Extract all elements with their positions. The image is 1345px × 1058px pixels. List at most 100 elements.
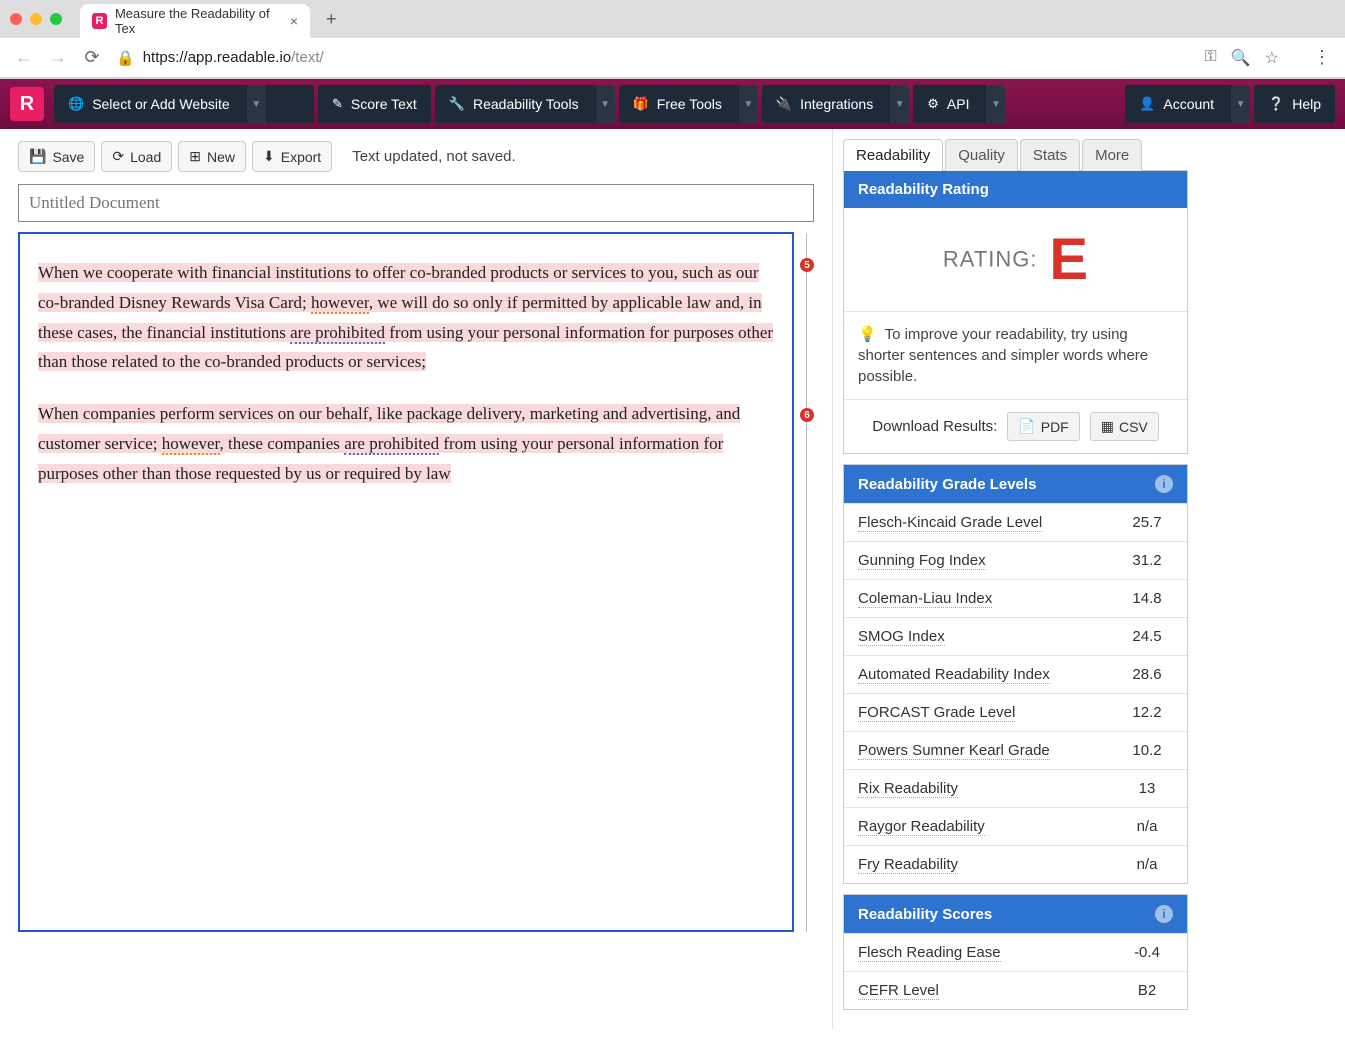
reload-icon: ⟳: [112, 148, 124, 165]
url-domain: https://app.readable.io: [143, 49, 291, 66]
table-row: SMOG Index24.5: [844, 618, 1187, 656]
plus-square-icon: ⊞: [189, 148, 201, 165]
new-button[interactable]: ⊞ New: [178, 141, 246, 172]
integrations-menu[interactable]: 🔌 Integrations ▼: [762, 85, 909, 123]
metric-value: n/a: [1107, 808, 1187, 846]
help-button[interactable]: ❔ Help: [1254, 85, 1335, 123]
browser-menu-icon[interactable]: ⋮: [1313, 47, 1331, 68]
lock-icon: 🔒: [116, 49, 135, 67]
nav-label: Score Text: [351, 96, 417, 112]
gift-icon: 🎁: [633, 96, 649, 112]
rating-letter: E: [1049, 227, 1088, 292]
paragraph: When companies perform services on our b…: [38, 399, 774, 488]
addr-right-icons: ⚿ 🔍 ☆: [1205, 48, 1279, 68]
app-logo[interactable]: R: [10, 87, 44, 121]
account-menu[interactable]: 👤 Account ▼: [1125, 85, 1250, 123]
editor-pane: 💾 Save ⟳ Load ⊞ New ⬇ Export Text update…: [0, 129, 832, 1030]
metric-value: 25.7: [1107, 504, 1187, 542]
tab-quality[interactable]: Quality: [945, 139, 1018, 171]
metric-name: Automated Readability Index: [858, 666, 1050, 684]
btn-label: Export: [281, 149, 321, 165]
forward-icon[interactable]: →: [48, 47, 68, 68]
text-editor[interactable]: When we cooperate with financial institu…: [18, 232, 794, 932]
window-controls: [10, 13, 62, 25]
nav-label: Select or Add Website: [92, 96, 229, 112]
metric-value: 14.8: [1107, 580, 1187, 618]
table-row: Flesch-Kincaid Grade Level25.7: [844, 504, 1187, 542]
table-row: Gunning Fog Index31.2: [844, 542, 1187, 580]
reload-icon[interactable]: ⟳: [82, 47, 102, 68]
nav-label: Free Tools: [657, 96, 722, 112]
download-label: Download Results:: [872, 418, 997, 435]
table-row: Coleman-Liau Index14.8: [844, 580, 1187, 618]
lightbulb-icon: 💡: [858, 326, 877, 343]
key-icon[interactable]: ⚿: [1205, 48, 1217, 68]
table-row: Rix Readability13: [844, 770, 1187, 808]
browser-tab[interactable]: R Measure the Readability of Tex ×: [80, 4, 310, 38]
chevron-down-icon: ▼: [595, 85, 615, 123]
url-field[interactable]: 🔒 https://app.readable.io/text/: [116, 49, 1191, 67]
content-area: 💾 Save ⟳ Load ⊞ New ⬇ Export Text update…: [0, 129, 1345, 1030]
nav-label: API: [947, 96, 970, 112]
metric-name: CEFR Level: [858, 982, 939, 1000]
info-icon[interactable]: i: [1155, 905, 1173, 923]
tab-bar: R Measure the Readability of Tex × +: [0, 0, 1345, 38]
back-icon[interactable]: ←: [14, 47, 34, 68]
tab-readability[interactable]: Readability: [843, 139, 943, 171]
download-row: Download Results: 📄 PDF ▦ CSV: [844, 399, 1187, 453]
free-tools-menu[interactable]: 🎁 Free Tools ▼: [619, 85, 758, 123]
btn-label: Save: [52, 149, 84, 165]
panel-title: Readability Scores: [858, 906, 992, 923]
star-icon[interactable]: ☆: [1265, 48, 1279, 68]
save-status: Text updated, not saved.: [352, 148, 515, 165]
api-menu[interactable]: ⚙ API ▼: [913, 85, 1005, 123]
editor-toolbar: 💾 Save ⟳ Load ⊞ New ⬇ Export Text update…: [18, 141, 814, 172]
metric-value: B2: [1107, 972, 1187, 1010]
issue-badge[interactable]: 5: [800, 258, 814, 272]
panel-header: Readability Grade Levels i: [844, 465, 1187, 503]
wrench-icon: 🔧: [449, 96, 465, 112]
scores-panel: Readability Scores i Flesch Reading Ease…: [843, 894, 1188, 1010]
close-window-icon[interactable]: [10, 13, 22, 25]
metric-name: Flesch Reading Ease: [858, 944, 1001, 962]
download-csv-button[interactable]: ▦ CSV: [1090, 412, 1159, 441]
tip-text: To improve your readability, try using s…: [858, 326, 1148, 385]
panel-title: Readability Rating: [858, 181, 989, 198]
scores-table: Flesch Reading Ease-0.4CEFR LevelB2: [844, 933, 1187, 1009]
new-tab-icon[interactable]: +: [326, 9, 337, 30]
document-title-input[interactable]: [18, 184, 814, 222]
save-button[interactable]: 💾 Save: [18, 141, 95, 172]
tab-more[interactable]: More: [1082, 139, 1142, 171]
maximize-window-icon[interactable]: [50, 13, 62, 25]
readability-tools-menu[interactable]: 🔧 Readability Tools ▼: [435, 85, 615, 123]
favicon-icon: R: [92, 13, 107, 29]
paragraph: When we cooperate with financial institu…: [38, 258, 774, 377]
info-icon[interactable]: i: [1155, 475, 1173, 493]
zoom-icon[interactable]: 🔍: [1231, 48, 1251, 68]
nav-label: Integrations: [800, 96, 873, 112]
chevron-down-icon: ▼: [985, 85, 1005, 123]
export-button[interactable]: ⬇ Export: [252, 141, 332, 172]
download-icon: ⬇: [263, 148, 275, 165]
score-text-button[interactable]: ✎ Score Text: [318, 85, 431, 123]
load-button[interactable]: ⟳ Load: [101, 141, 172, 172]
results-pane: Readability Quality Stats More Readabili…: [832, 129, 1202, 1030]
metric-name: Gunning Fog Index: [858, 552, 986, 570]
minimize-window-icon[interactable]: [30, 13, 42, 25]
chevron-down-icon: ▼: [738, 85, 758, 123]
metric-value: n/a: [1107, 846, 1187, 884]
table-row: Automated Readability Index28.6: [844, 656, 1187, 694]
download-pdf-button[interactable]: 📄 PDF: [1007, 412, 1079, 441]
metric-name: SMOG Index: [858, 628, 945, 646]
metric-name: Raygor Readability: [858, 818, 985, 836]
chevron-down-icon: ▼: [246, 85, 266, 123]
table-row: Raygor Readability n/a: [844, 808, 1187, 846]
issue-badge[interactable]: 6: [800, 408, 814, 422]
close-tab-icon[interactable]: ×: [290, 13, 298, 29]
table-row: Powers Sumner Kearl Grade10.2: [844, 732, 1187, 770]
select-website-menu[interactable]: 🌐 Select or Add Website ▼: [54, 85, 314, 123]
btn-label: New: [207, 149, 235, 165]
app-navbar: R 🌐 Select or Add Website ▼ ✎ Score Text…: [0, 79, 1345, 129]
save-icon: 💾: [29, 148, 46, 165]
tab-stats[interactable]: Stats: [1020, 139, 1080, 171]
